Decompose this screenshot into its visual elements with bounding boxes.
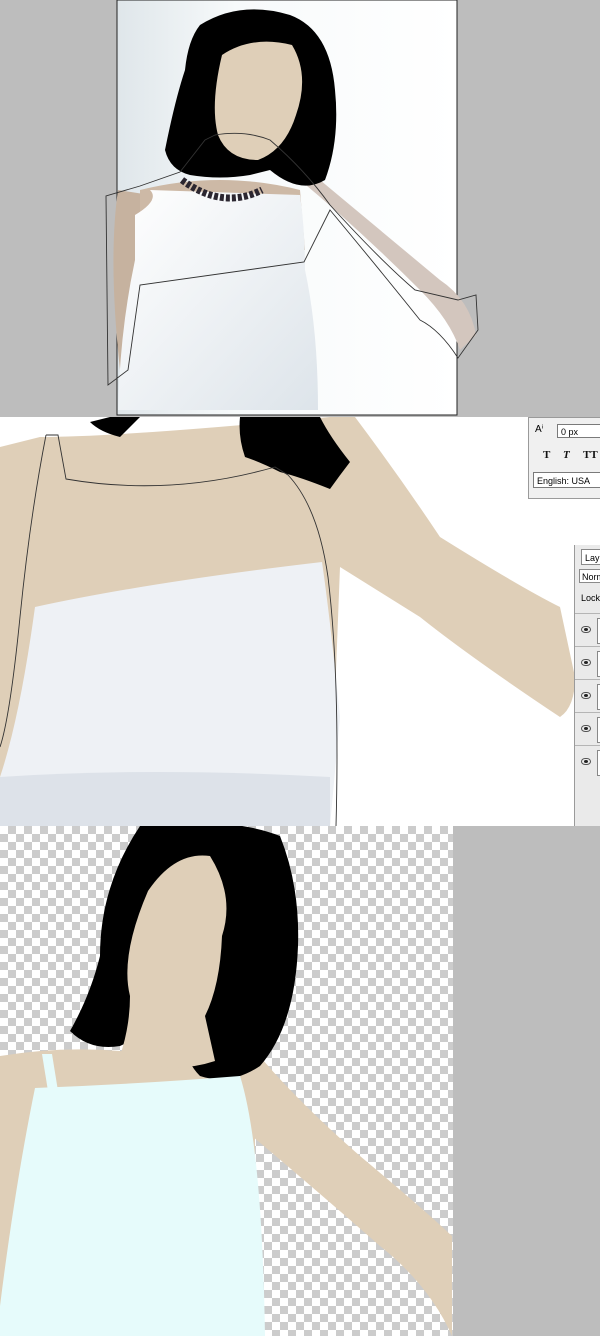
layer-row[interactable] — [575, 613, 600, 647]
shirt-shadow — [0, 772, 330, 826]
step-result-panel — [0, 826, 600, 1336]
faux-italic-button[interactable]: T — [563, 449, 570, 461]
layer-row[interactable] — [575, 679, 600, 713]
language-select[interactable]: English: USA — [533, 472, 600, 488]
step-tracing-panel: Aⁱ 0 px T T TT English: USA Lay Norm Loc… — [0, 417, 600, 826]
tracking-field[interactable]: 0 px — [557, 424, 600, 438]
layers-tab[interactable]: Lay — [581, 549, 600, 565]
eye-icon[interactable] — [581, 725, 591, 732]
eye-icon[interactable] — [581, 626, 591, 633]
faux-bold-button[interactable]: T — [543, 449, 550, 461]
all-caps-button[interactable]: TT — [583, 449, 598, 461]
eye-icon[interactable] — [581, 692, 591, 699]
character-palette: Aⁱ 0 px T T TT English: USA — [528, 417, 600, 499]
zoom-canvas — [0, 417, 575, 826]
vector-canvas — [0, 826, 452, 1336]
vector-right-arm — [240, 1031, 452, 1336]
white-shirt — [118, 190, 318, 410]
photo-canvas — [105, 0, 479, 416]
step-photo-panel — [0, 0, 600, 417]
layers-palette: Lay Norm Lock — [574, 545, 600, 826]
lock-label: Lock — [581, 593, 600, 603]
layer-row[interactable] — [575, 712, 600, 746]
blend-mode-select[interactable]: Norm — [579, 569, 600, 583]
layer-row[interactable] — [575, 646, 600, 680]
eye-icon[interactable] — [581, 659, 591, 666]
character-tracking-icon: Aⁱ — [535, 424, 544, 435]
eye-icon[interactable] — [581, 758, 591, 765]
layer-row[interactable] — [575, 745, 600, 779]
vector-shirt — [0, 1076, 265, 1336]
